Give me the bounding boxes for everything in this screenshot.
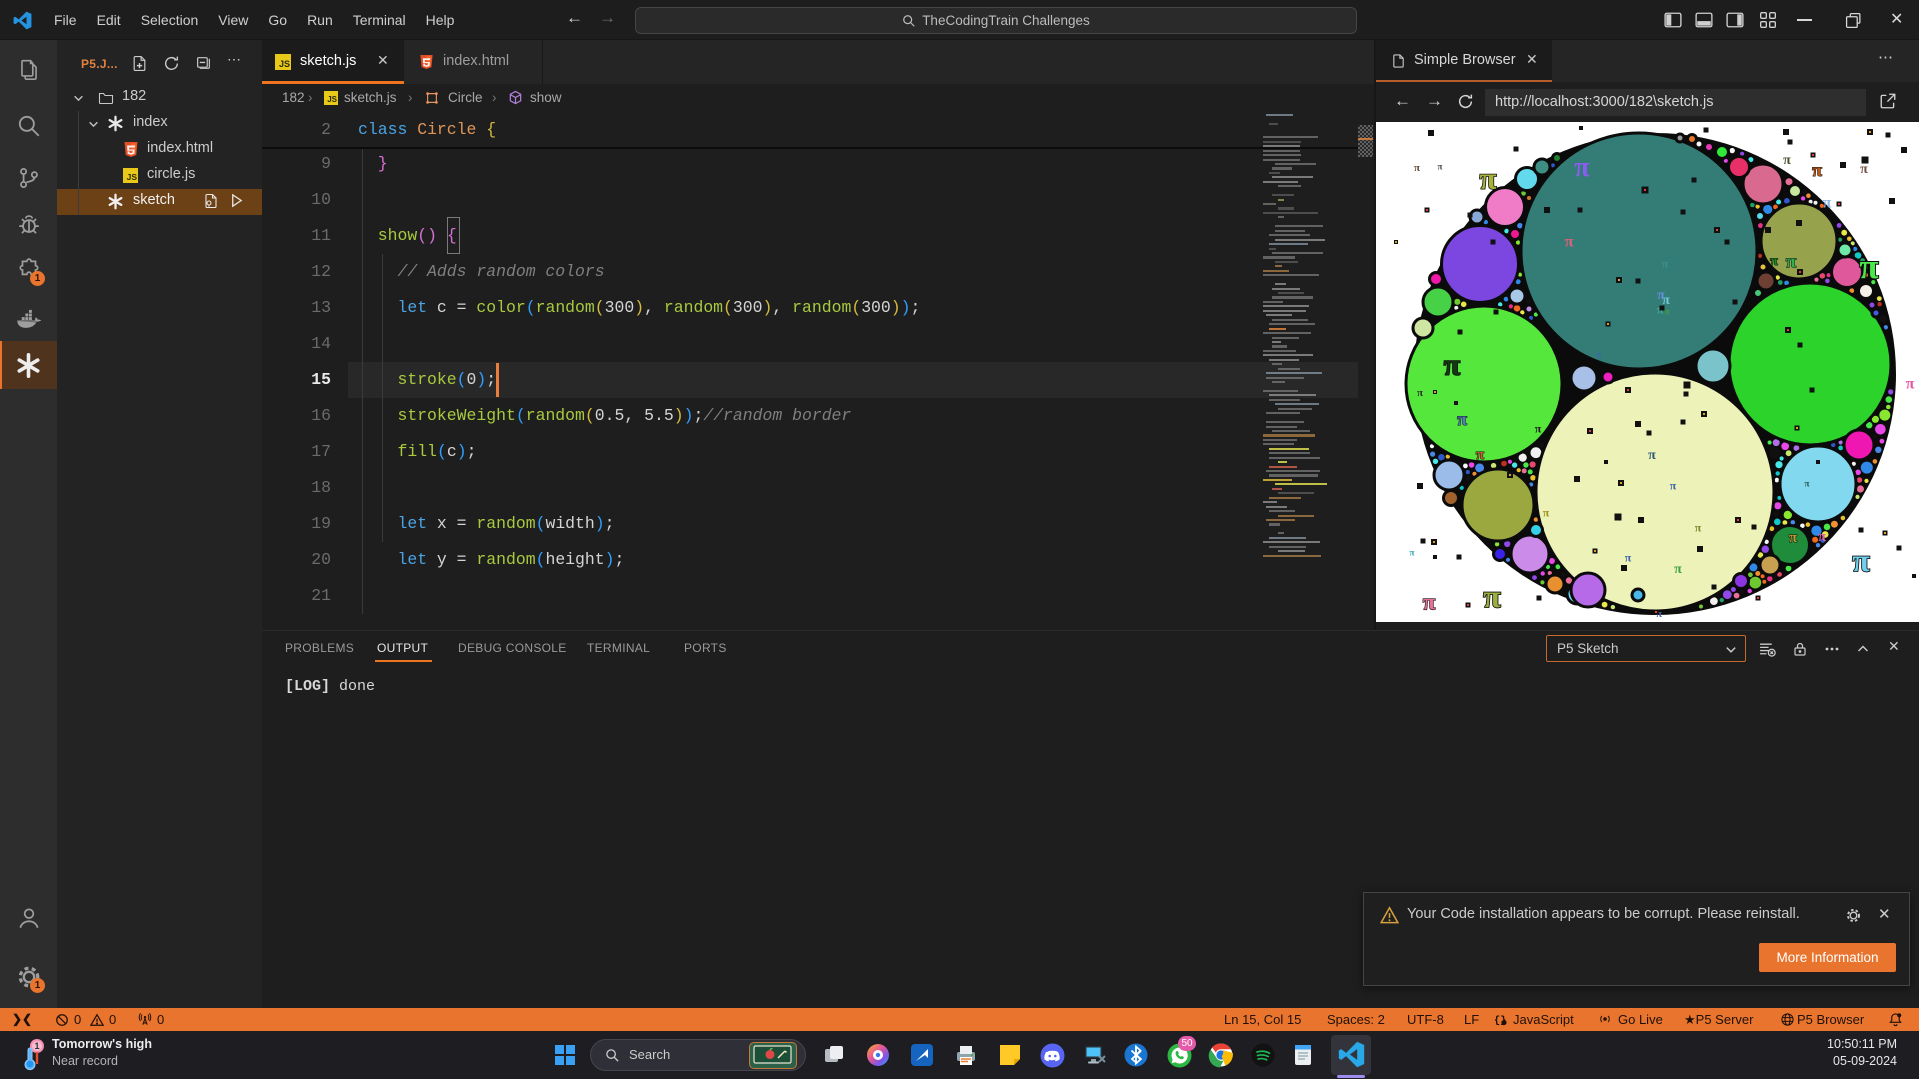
svg-text:π: π — [1859, 247, 1878, 286]
svg-text:1: 1 — [34, 1041, 39, 1051]
svg-text:π: π — [1770, 254, 1778, 269]
svg-text:π: π — [1662, 256, 1669, 270]
svg-text:π: π — [1852, 542, 1870, 578]
svg-text:π: π — [1423, 590, 1436, 615]
svg-text:π: π — [1786, 251, 1797, 272]
svg-text:π: π — [1414, 162, 1420, 174]
svg-text:π: π — [1818, 529, 1827, 545]
svg-text:π: π — [1574, 152, 1590, 183]
svg-text:π: π — [1565, 234, 1574, 251]
svg-text:π: π — [1665, 307, 1670, 317]
svg-text:π: π — [1648, 448, 1656, 463]
svg-text:π: π — [1543, 505, 1550, 519]
svg-text:π: π — [1483, 578, 1501, 614]
svg-text:π: π — [1805, 479, 1810, 489]
svg-text:π: π — [1476, 447, 1485, 463]
svg-text:π: π — [1674, 562, 1682, 577]
svg-text:π: π — [1823, 195, 1832, 212]
svg-text:π: π — [1860, 162, 1868, 177]
svg-text:π: π — [1812, 160, 1822, 180]
svg-text:π: π — [1670, 478, 1677, 492]
svg-text:π: π — [1695, 520, 1702, 534]
svg-text:π: π — [1535, 421, 1542, 435]
svg-text:π: π — [1444, 348, 1461, 381]
svg-text:π: π — [1438, 162, 1443, 172]
svg-text:π: π — [1480, 161, 1497, 196]
svg-text:π: π — [1657, 288, 1665, 303]
svg-text:π: π — [1906, 376, 1915, 393]
svg-text:π: π — [1597, 350, 1602, 359]
svg-text:π: π — [1457, 409, 1467, 429]
svg-text:π: π — [1783, 153, 1791, 168]
svg-text:π: π — [1625, 550, 1632, 564]
svg-text:π: π — [1789, 530, 1798, 546]
svg-text:π: π — [1410, 548, 1415, 558]
svg-text:π: π — [1417, 387, 1423, 399]
